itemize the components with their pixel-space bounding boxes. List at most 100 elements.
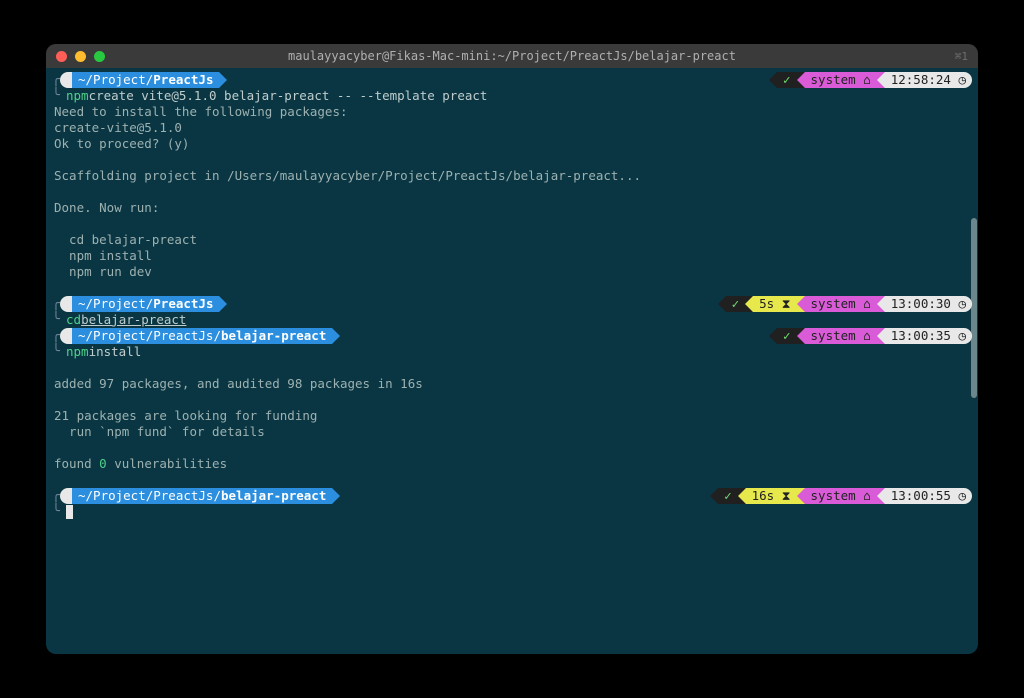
output-line: added 97 packages, and audited 98 packag… <box>52 376 972 392</box>
output-line: npm install <box>52 248 972 264</box>
chevron-left-icon <box>738 488 746 504</box>
output-line: cd belajar-preact <box>52 232 972 248</box>
output-line <box>52 472 972 488</box>
prompt-left: ~/Project/PreactJs <box>52 71 227 89</box>
chevron-right-icon <box>219 296 227 312</box>
prompt-row: ~/Project/PreactJs ✓ system ⌂ 12:58:24 ◷ <box>52 72 972 88</box>
terminal-window: maulayyacyber@Fikas-Mac-mini:~/Project/P… <box>46 44 978 654</box>
titlebar[interactable]: maulayyacyber@Fikas-Mac-mini:~/Project/P… <box>46 44 978 68</box>
command-keyword: cd <box>66 312 81 328</box>
output-line: npm run dev <box>52 264 972 280</box>
chevron-left-icon <box>877 296 885 312</box>
path-segment: ~/Project/PreactJs <box>60 72 227 88</box>
output-line <box>52 216 972 232</box>
output-line: create-vite@5.1.0 <box>52 120 972 136</box>
command-line: npm create vite@5.1.0 belajar-preact -- … <box>52 88 972 104</box>
bracket-icon <box>52 503 66 521</box>
prompt-row: ~/Project/PreactJs/belajar-preact ✓ syst… <box>52 328 972 344</box>
output-line <box>52 280 972 296</box>
duration-badge: 16s ⧗ <box>746 488 797 504</box>
output-line <box>52 440 972 456</box>
output-line: Ok to proceed? (y) <box>52 136 972 152</box>
tab-indicator: ⌘1 <box>955 50 968 63</box>
path-label: ~/Project/PreactJs <box>72 296 219 312</box>
command-args: install <box>89 344 142 360</box>
status-check-icon: ✓ <box>726 296 746 312</box>
chevron-left-icon <box>877 72 885 88</box>
output-line: Scaffolding project in /Users/maulayyacy… <box>52 168 972 184</box>
apple-icon <box>60 296 72 312</box>
time-badge: 13:00:30 ◷ <box>885 296 972 312</box>
chevron-left-icon <box>718 296 726 312</box>
output-line <box>52 184 972 200</box>
prompt-right: ✓ 5s ⧗ system ⌂ 13:00:30 ◷ <box>718 296 972 312</box>
command-line: cd belajar-preact <box>52 312 972 328</box>
output-line <box>52 360 972 376</box>
chevron-left-icon <box>797 488 805 504</box>
prompt-left: ~/Project/PreactJs <box>52 295 227 313</box>
prompt-row: ~/Project/PreactJs/belajar-preact ✓ 16s … <box>52 488 972 504</box>
chevron-left-icon <box>877 488 885 504</box>
window-title: maulayyacyber@Fikas-Mac-mini:~/Project/P… <box>46 49 978 63</box>
time-badge: 12:58:24 ◷ <box>885 72 972 88</box>
output-line: found 0 vulnerabilities <box>52 456 972 472</box>
scrollbar[interactable] <box>971 218 977 398</box>
prompt-row: ~/Project/PreactJs ✓ 5s ⧗ system ⌂ 13:00… <box>52 296 972 312</box>
maximize-icon[interactable] <box>94 51 105 62</box>
command-keyword: npm <box>66 344 89 360</box>
command-keyword: npm <box>66 88 89 104</box>
apple-icon <box>60 328 72 344</box>
status-check-icon: ✓ <box>777 328 797 344</box>
chevron-left-icon <box>877 328 885 344</box>
apple-icon <box>60 488 72 504</box>
output-line: run `npm fund` for details <box>52 424 972 440</box>
chevron-left-icon <box>769 328 777 344</box>
system-badge: system ⌂ <box>805 488 877 504</box>
cursor <box>66 505 73 519</box>
output-line <box>52 152 972 168</box>
path-segment: ~/Project/PreactJs/belajar-preact <box>60 328 340 344</box>
terminal-body[interactable]: ~/Project/PreactJs ✓ system ⌂ 12:58:24 ◷… <box>46 68 978 654</box>
time-badge: 13:00:55 ◷ <box>885 488 972 504</box>
bracket-icon <box>52 343 66 361</box>
output-line: Done. Now run: <box>52 200 972 216</box>
command-args: belajar-preact <box>81 312 186 328</box>
prompt-left: ~/Project/PreactJs/belajar-preact <box>52 327 340 345</box>
chevron-left-icon <box>797 72 805 88</box>
output-line: Need to install the following packages: <box>52 104 972 120</box>
prompt-right: ✓ system ⌂ 13:00:35 ◷ <box>769 328 972 344</box>
chevron-left-icon <box>710 488 718 504</box>
time-badge: 13:00:35 ◷ <box>885 328 972 344</box>
path-segment: ~/Project/PreactJs <box>60 296 227 312</box>
output-line <box>52 392 972 408</box>
path-label: ~/Project/PreactJs/belajar-preact <box>72 328 332 344</box>
path-label: ~/Project/PreactJs/belajar-preact <box>72 488 332 504</box>
path-label: ~/Project/PreactJs <box>72 72 219 88</box>
chevron-left-icon <box>797 328 805 344</box>
traffic-lights <box>56 51 105 62</box>
output-line: 21 packages are looking for funding <box>52 408 972 424</box>
status-check-icon: ✓ <box>718 488 738 504</box>
bracket-icon <box>52 87 66 105</box>
chevron-right-icon <box>332 488 340 504</box>
prompt-right: ✓ system ⌂ 12:58:24 ◷ <box>769 72 972 88</box>
prompt-left: ~/Project/PreactJs/belajar-preact <box>52 487 340 505</box>
chevron-right-icon <box>332 328 340 344</box>
chevron-left-icon <box>769 72 777 88</box>
apple-icon <box>60 72 72 88</box>
minimize-icon[interactable] <box>75 51 86 62</box>
vuln-count: 0 <box>99 456 107 472</box>
system-badge: system ⌂ <box>805 72 877 88</box>
status-check-icon: ✓ <box>777 72 797 88</box>
command-args: create vite@5.1.0 belajar-preact -- --te… <box>89 88 488 104</box>
chevron-left-icon <box>745 296 753 312</box>
prompt-right: ✓ 16s ⧗ system ⌂ 13:00:55 ◷ <box>710 488 972 504</box>
system-badge: system ⌂ <box>805 328 877 344</box>
path-segment: ~/Project/PreactJs/belajar-preact <box>60 488 340 504</box>
chevron-left-icon <box>797 296 805 312</box>
command-line: npm install <box>52 344 972 360</box>
command-line[interactable] <box>52 504 972 520</box>
system-badge: system ⌂ <box>805 296 877 312</box>
close-icon[interactable] <box>56 51 67 62</box>
chevron-right-icon <box>219 72 227 88</box>
